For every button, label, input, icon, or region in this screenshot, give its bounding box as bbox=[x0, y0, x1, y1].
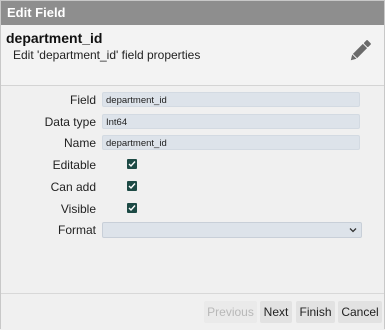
format-select[interactable] bbox=[102, 222, 362, 238]
name-input[interactable]: department_id bbox=[102, 135, 360, 150]
checkmark-icon bbox=[128, 183, 136, 190]
dialog-title: Edit Field bbox=[1, 1, 384, 25]
cancel-button[interactable]: Cancel bbox=[338, 301, 382, 323]
datatype-label: Data type bbox=[44, 115, 96, 129]
visible-checkbox[interactable] bbox=[127, 203, 137, 213]
dialog-header: department_id Edit 'department_id' field… bbox=[1, 25, 384, 86]
row-datatype: Data type Int64 bbox=[1, 114, 385, 132]
row-canadd: Can add bbox=[1, 179, 385, 197]
datatype-input[interactable]: Int64 bbox=[102, 114, 360, 129]
name-label: Name bbox=[63, 136, 96, 150]
row-editable: Editable bbox=[1, 157, 385, 175]
row-visible: Visible bbox=[1, 201, 385, 219]
row-name: Name department_id bbox=[1, 135, 385, 153]
dialog-footer: Previous Next Finish Cancel bbox=[1, 293, 384, 330]
header-title: department_id bbox=[6, 30, 103, 46]
field-label: Field bbox=[69, 93, 96, 107]
checkmark-icon bbox=[128, 161, 136, 168]
format-label: Format bbox=[57, 223, 96, 237]
checkmark-icon bbox=[128, 205, 136, 212]
editable-label: Editable bbox=[52, 158, 96, 172]
canadd-label: Can add bbox=[50, 180, 96, 194]
visible-label: Visible bbox=[60, 202, 96, 216]
header-subtitle: Edit 'department_id' field properties bbox=[13, 48, 201, 62]
row-format: Format bbox=[1, 222, 385, 240]
pencil-icon bbox=[350, 40, 371, 61]
edit-field-dialog: Edit Field department_id Edit 'departmen… bbox=[0, 0, 385, 330]
chevron-down-icon bbox=[349, 228, 357, 233]
row-field: Field department_id bbox=[1, 92, 385, 110]
field-input[interactable]: department_id bbox=[102, 92, 360, 107]
previous-button[interactable]: Previous bbox=[204, 301, 257, 323]
editable-checkbox[interactable] bbox=[127, 159, 137, 169]
canadd-checkbox[interactable] bbox=[127, 181, 137, 191]
next-button[interactable]: Next bbox=[260, 301, 292, 323]
finish-button[interactable]: Finish bbox=[296, 301, 335, 323]
